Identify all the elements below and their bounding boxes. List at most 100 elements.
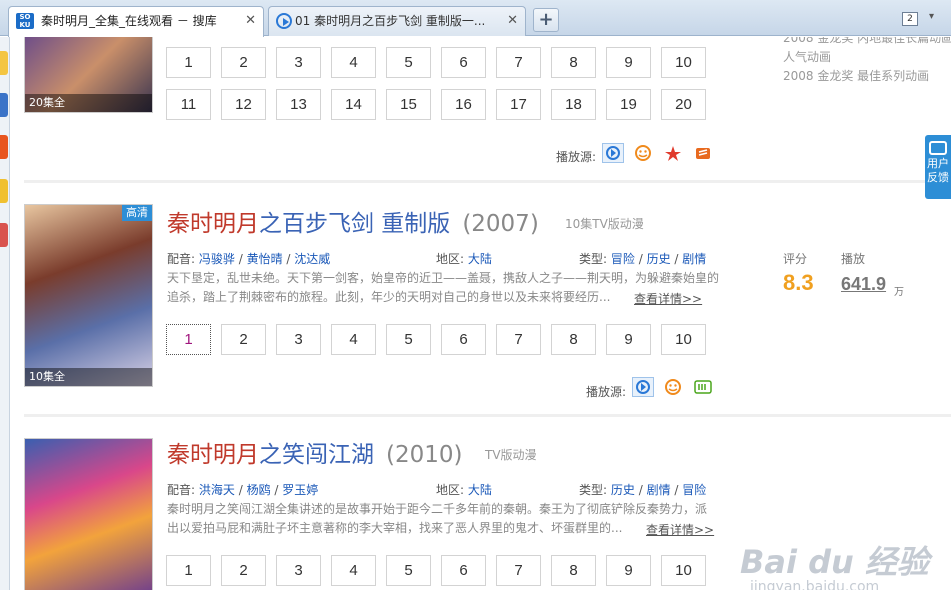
type-link[interactable]: 冒险	[682, 483, 706, 497]
episode-count: 10集全	[25, 368, 152, 386]
episode-button[interactable]: 19	[606, 89, 651, 120]
more-details-link[interactable]: 查看详情>>	[634, 290, 702, 307]
new-tab-button[interactable]: +	[533, 8, 559, 32]
close-tab-icon[interactable]: ✕	[245, 7, 256, 35]
cast-link[interactable]: 黄怡晴	[247, 252, 283, 266]
show-title[interactable]: 秦时明月之笑闯江湖 (2010)	[167, 435, 462, 469]
chevron-down-icon[interactable]: ▾	[929, 11, 934, 22]
iqiyi-icon[interactable]	[693, 377, 715, 397]
episode-button[interactable]: 5	[386, 555, 431, 586]
type-link[interactable]: 历史	[647, 252, 671, 266]
search-results: 20集全 1 2 3 4 5 6 7 8 9 10 11 12 13 14 15 16 17 18 19 20 200…	[10, 37, 951, 590]
show-kind: 10集TV版动漫	[565, 217, 644, 231]
poster-image[interactable]	[24, 438, 153, 590]
ku6-icon[interactable]	[663, 143, 685, 163]
episode-button[interactable]: 9	[606, 47, 651, 78]
episode-button[interactable]: 3	[276, 555, 321, 586]
show-title[interactable]: 秦时明月之百步飞剑 重制版 (2007)	[167, 204, 539, 238]
poster-image[interactable]: 高清 10集全	[24, 204, 153, 387]
feedback-button[interactable]: 用户 反馈	[925, 135, 951, 199]
youku-play-icon[interactable]	[602, 143, 624, 163]
cast-link[interactable]: 沈达威	[294, 252, 330, 266]
episode-button[interactable]: 8	[551, 324, 596, 355]
episode-button[interactable]: 1	[166, 324, 211, 355]
episode-button[interactable]: 12	[221, 89, 266, 120]
close-tab-icon[interactable]: ✕	[507, 7, 518, 35]
poster-image[interactable]: 20集全	[24, 37, 153, 113]
cast-link[interactable]: 冯骏骅	[199, 252, 235, 266]
episode-button[interactable]: 1	[166, 47, 211, 78]
episode-button[interactable]: 8	[551, 555, 596, 586]
episode-button[interactable]: 5	[386, 47, 431, 78]
episode-button[interactable]: 17	[496, 89, 541, 120]
type-link[interactable]: 历史	[611, 483, 635, 497]
youku-play-icon[interactable]	[632, 377, 654, 397]
sidebar-app-icon[interactable]	[0, 179, 8, 203]
region-link[interactable]: 大陆	[468, 252, 492, 266]
region-info: 地区: 大陆	[436, 252, 492, 266]
episode-button[interactable]: 5	[386, 324, 431, 355]
episode-button[interactable]: 2	[221, 47, 266, 78]
episode-button[interactable]: 16	[441, 89, 486, 120]
region-info: 地区: 大陆	[436, 483, 492, 497]
episode-button[interactable]: 3	[276, 324, 321, 355]
baidu-watermark: Bai du 经验 jingyan.baidu.com	[740, 543, 929, 590]
episode-button[interactable]: 1	[166, 555, 211, 586]
episode-button[interactable]: 2	[221, 555, 266, 586]
show-kind: TV版动漫	[485, 448, 537, 462]
episode-button[interactable]: 4	[331, 47, 376, 78]
plays-value[interactable]: 641.9	[841, 274, 886, 295]
episode-button[interactable]: 7	[496, 47, 541, 78]
episode-button[interactable]: 7	[496, 324, 541, 355]
episode-button[interactable]: 2	[221, 324, 266, 355]
episode-button[interactable]: 10	[661, 47, 706, 78]
episode-button[interactable]: 4	[331, 555, 376, 586]
cast-link[interactable]: 罗玉婷	[282, 483, 318, 497]
region-link[interactable]: 大陆	[468, 483, 492, 497]
episode-button[interactable]: 20	[661, 89, 706, 120]
sohu-icon[interactable]	[693, 143, 715, 163]
tudou-icon[interactable]	[633, 143, 655, 163]
episode-button[interactable]: 15	[386, 89, 431, 120]
episode-button[interactable]: 8	[551, 47, 596, 78]
episode-button[interactable]: 6	[441, 47, 486, 78]
episode-button[interactable]: 3	[276, 47, 321, 78]
episode-button[interactable]: 10	[661, 324, 706, 355]
tudou-icon[interactable]	[663, 377, 685, 397]
type-link[interactable]: 剧情	[647, 483, 671, 497]
cast-link[interactable]: 洪海天	[199, 483, 235, 497]
episode-button[interactable]: 14	[331, 89, 376, 120]
episode-button[interactable]: 9	[606, 324, 651, 355]
cast-info: 配音: 洪海天 / 杨鸥 / 罗玉婷	[167, 483, 319, 497]
episode-button[interactable]: 6	[441, 555, 486, 586]
browser-window: SO KU 秦时明月_全集_在线观看 － 搜库 ✕ 01 秦时明月之百步飞剑 重制…	[0, 0, 951, 590]
episode-button[interactable]: 4	[331, 324, 376, 355]
episode-button[interactable]: 7	[496, 555, 541, 586]
episode-button[interactable]: 6	[441, 324, 486, 355]
description: 出以爱拍马屁和满肚子坏主意著称的李大宰相，找来了恶人界里的鬼才、坏蛋群里的...	[167, 521, 623, 535]
rating-value: 8.3	[783, 270, 814, 295]
episode-button[interactable]: 11	[166, 89, 211, 120]
type-link[interactable]: 剧情	[682, 252, 706, 266]
award-text: 2008 金龙奖 内地最佳长篇动画	[783, 37, 951, 45]
episode-button[interactable]: 13	[276, 89, 321, 120]
source-label: 播放源:	[586, 385, 627, 399]
type-link[interactable]: 冒险	[611, 252, 635, 266]
rating-label: 评分	[783, 252, 808, 266]
episode-button[interactable]: 18	[551, 89, 596, 120]
tab-soku[interactable]: SO KU 秦时明月_全集_在线观看 － 搜库 ✕	[8, 6, 264, 37]
hd-badge: 高清	[122, 205, 152, 221]
tab-count-icon[interactable]: 2	[902, 12, 918, 26]
description: 秦时明月之笑闯江湖全集讲述的是故事开始于距今二千多年前的秦朝。秦王为了彻底铲除反…	[167, 502, 708, 516]
sidebar-app-icon[interactable]	[0, 135, 8, 159]
episode-button[interactable]: 9	[606, 555, 651, 586]
sidebar-app-icon[interactable]	[0, 51, 8, 75]
tab-video[interactable]: 01 秦时明月之百步飞剑 重制版一... ✕	[268, 6, 526, 36]
cast-link[interactable]: 杨鸥	[247, 483, 271, 497]
sidebar-app-icon[interactable]	[0, 93, 8, 117]
episode-button[interactable]: 10	[661, 555, 706, 586]
description: 天下垦定，乱世未绝。天下第一剑客，始皇帝的近卫——盖聂，携敌人之子——荆天明，为…	[167, 271, 720, 285]
sidebar-app-icon[interactable]	[0, 223, 8, 247]
divider	[24, 180, 951, 183]
more-details-link[interactable]: 查看详情>>	[646, 521, 714, 538]
